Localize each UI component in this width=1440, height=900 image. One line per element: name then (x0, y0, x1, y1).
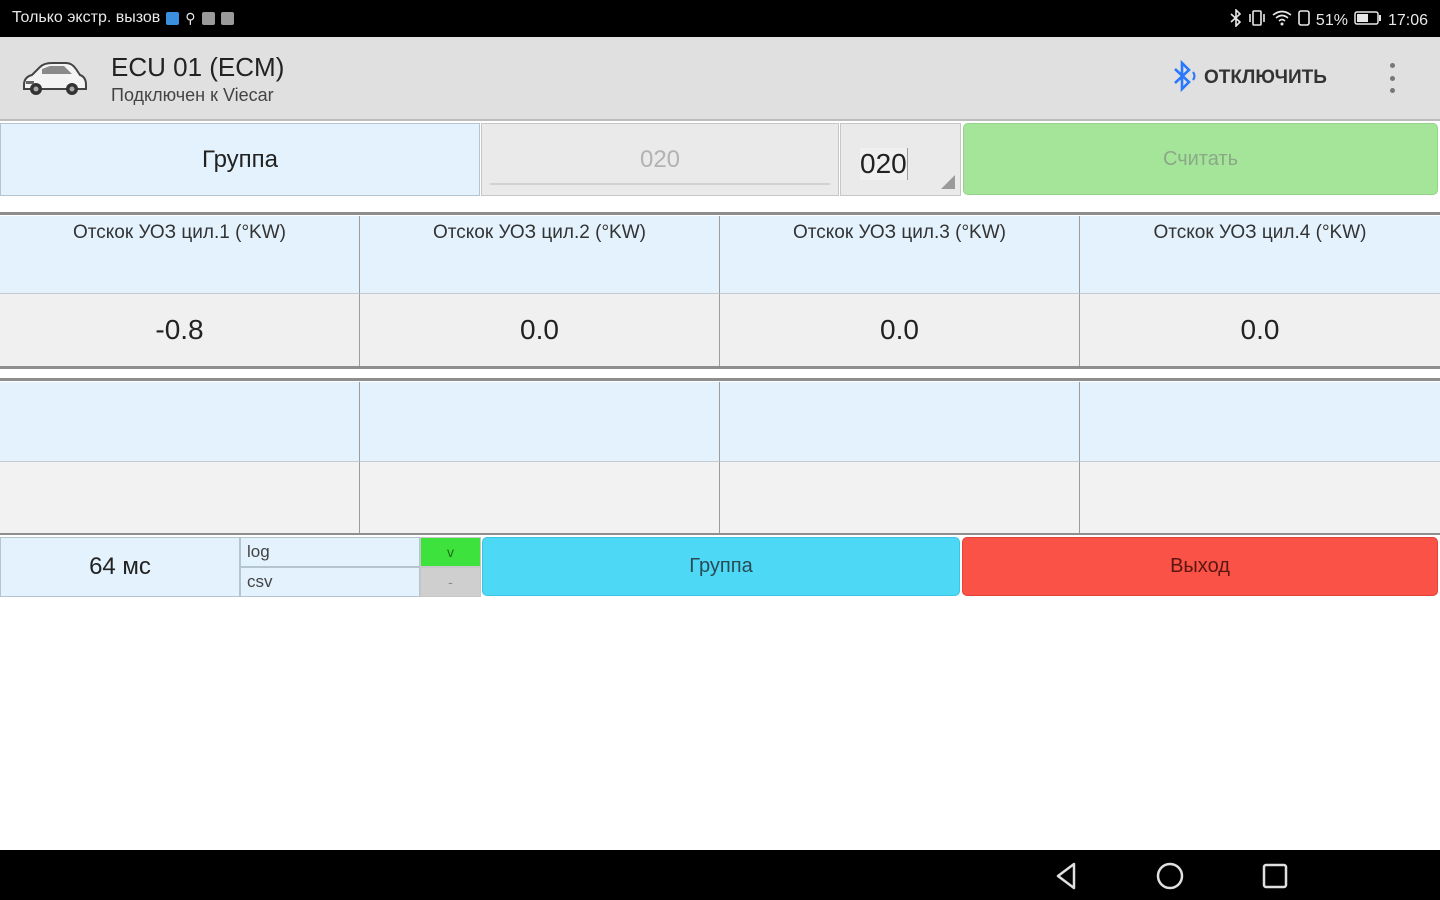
back-icon[interactable] (1050, 860, 1082, 892)
empty-header-cell (1080, 382, 1440, 462)
empty-value-cell (0, 462, 360, 533)
disconnect-label: ОТКЛЮЧИТЬ (1204, 67, 1327, 88)
recents-icon[interactable] (1259, 860, 1291, 892)
navigation-bar (0, 850, 1440, 900)
divider (0, 212, 1440, 215)
log-label: log (240, 537, 420, 567)
vibrate-icon (1248, 10, 1266, 31)
divider (0, 366, 1440, 369)
more-vert-icon[interactable] (1380, 59, 1404, 97)
empty-header-cell (0, 382, 360, 462)
group-number-value: 020 (639, 145, 681, 173)
sample-interval: 64 мс (0, 537, 240, 597)
carrier-text: Только экстр. вызов (12, 9, 161, 26)
empty-value-cell (360, 462, 720, 533)
bluetooth-icon (1230, 8, 1242, 32)
mail-icon (220, 11, 234, 25)
image-icon (201, 11, 215, 25)
empty-header-cell (360, 382, 720, 462)
empty-header-cell (720, 382, 1080, 462)
value-cell-4: 0.0 (1080, 294, 1440, 366)
value-cell-2: 0.0 (360, 294, 720, 366)
car-icon (20, 57, 88, 99)
empty-value-cell (720, 462, 1080, 533)
column-header-2: Отскок УОЗ цил.2 (°KW) (360, 216, 720, 294)
sim-icon (166, 11, 180, 25)
group-button[interactable]: Группа (482, 537, 960, 596)
status-left: Только экстр. вызов ⚲ (12, 9, 234, 27)
read-button[interactable]: Считать (963, 123, 1438, 195)
group-number-input[interactable]: 020 (481, 123, 839, 196)
dropdown-corner-icon (941, 175, 955, 189)
home-icon[interactable] (1154, 860, 1186, 892)
disconnect-button[interactable]: ОТКЛЮЧИТЬ (1172, 59, 1327, 97)
group-label: Группа (0, 123, 480, 196)
nfc-icon (1298, 10, 1310, 31)
group-select-value: 020 (860, 148, 908, 180)
column-header-3: Отскок УОЗ цил.3 (°KW) (720, 216, 1080, 294)
value-cell-3: 0.0 (720, 294, 1080, 366)
csv-label: csv (240, 567, 420, 597)
exit-button[interactable]: Выход (962, 537, 1438, 596)
input-underline (490, 183, 830, 185)
empty-value-cell (1080, 462, 1440, 533)
column-header-4: Отскок УОЗ цил.4 (°KW) (1080, 216, 1440, 294)
log-toggle[interactable]: v (420, 537, 481, 567)
csv-toggle[interactable]: - (420, 567, 481, 597)
clock: 17:06 (1387, 11, 1428, 29)
divider (0, 378, 1440, 381)
battery-icon (1354, 11, 1382, 30)
battery-percent: 51% (1315, 11, 1348, 29)
app-bar: ECU 01 (ECM) Подключен к Viecar ОТКЛЮЧИТ… (0, 37, 1440, 121)
bluetooth-icon (1172, 59, 1198, 97)
connection-status: Подключен к Viecar (111, 85, 274, 105)
usb-icon: ⚲ (185, 9, 196, 26)
column-header-1: Отскок УОЗ цил.1 (°KW) (0, 216, 360, 294)
wifi-icon (1272, 10, 1292, 31)
group-select[interactable]: 020 (840, 123, 961, 196)
status-right: 51% 17:06 (1230, 8, 1428, 32)
status-bar: Только экстр. вызов ⚲ 51% 17:06 (0, 0, 1440, 37)
divider (0, 533, 1440, 535)
ecu-title: ECU 01 (ECM) (111, 52, 285, 82)
value-cell-1: -0.8 (0, 294, 360, 366)
